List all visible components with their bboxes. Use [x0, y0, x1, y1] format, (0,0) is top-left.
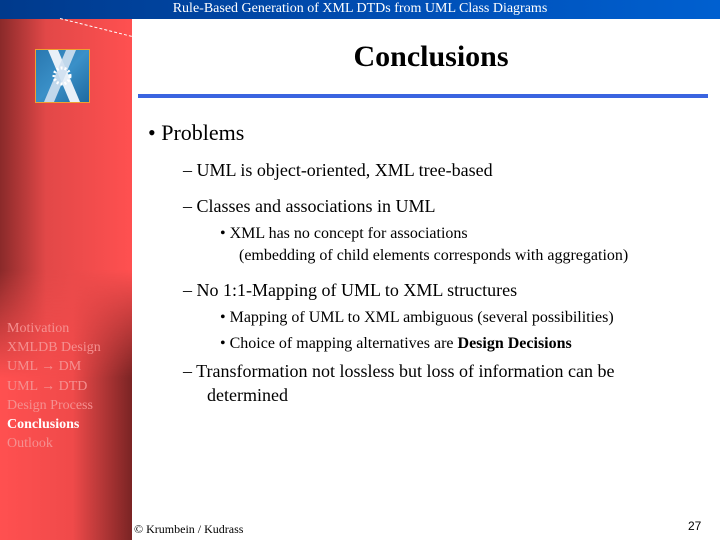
nav-item-uml-dtd[interactable]: UML → DTD	[7, 377, 101, 396]
bullet-continuation: determined	[207, 385, 288, 405]
bullet-item: – Classes and associations in UML	[183, 196, 436, 216]
sub-bullet-continuation: (embedding of child elements corresponds…	[239, 247, 629, 264]
nav-item-outlook[interactable]: Outlook	[7, 434, 101, 453]
nav-item-design-process[interactable]: Design Process	[7, 396, 101, 415]
title-divider	[138, 94, 708, 98]
nav-item-conclusions[interactable]: Conclusions	[7, 415, 101, 434]
slide-title: Conclusions	[353, 40, 509, 73]
sub-bullet-item: • Mapping of UML to XML ambiguous (sever…	[220, 309, 614, 326]
bullet-problems: • Problems	[148, 120, 245, 145]
nav-item-motivation[interactable]: Motivation	[7, 319, 101, 338]
design-decisions-emphasis: Design Decisions	[457, 335, 572, 352]
bullet-item: – UML is object-oriented, XML tree-based	[183, 160, 493, 180]
bullet-item: – Transformation not lossless but loss o…	[183, 361, 615, 381]
nav-item-xmldb-design[interactable]: XMLDB Design	[7, 338, 101, 357]
bullet-item: – No 1:1-Mapping of UML to XML structure…	[183, 280, 518, 300]
copyright: © Krumbein / Kudrass	[134, 522, 244, 536]
sub-bullet-item: • XML has no concept for associations	[220, 225, 468, 242]
page-number: 27	[688, 519, 702, 533]
sub-bullet-text: • Choice of mapping alternatives are	[220, 335, 458, 352]
sub-bullet-item: • Choice of mapping alternatives are Des…	[220, 335, 572, 353]
presentation-title: Rule-Based Generation of XML DTDs from U…	[0, 0, 720, 19]
nav-item-uml-dm[interactable]: UML → DM	[7, 357, 101, 376]
logo-image	[35, 49, 90, 103]
section-nav: Motivation XMLDB Design UML → DM UML → D…	[7, 319, 101, 453]
